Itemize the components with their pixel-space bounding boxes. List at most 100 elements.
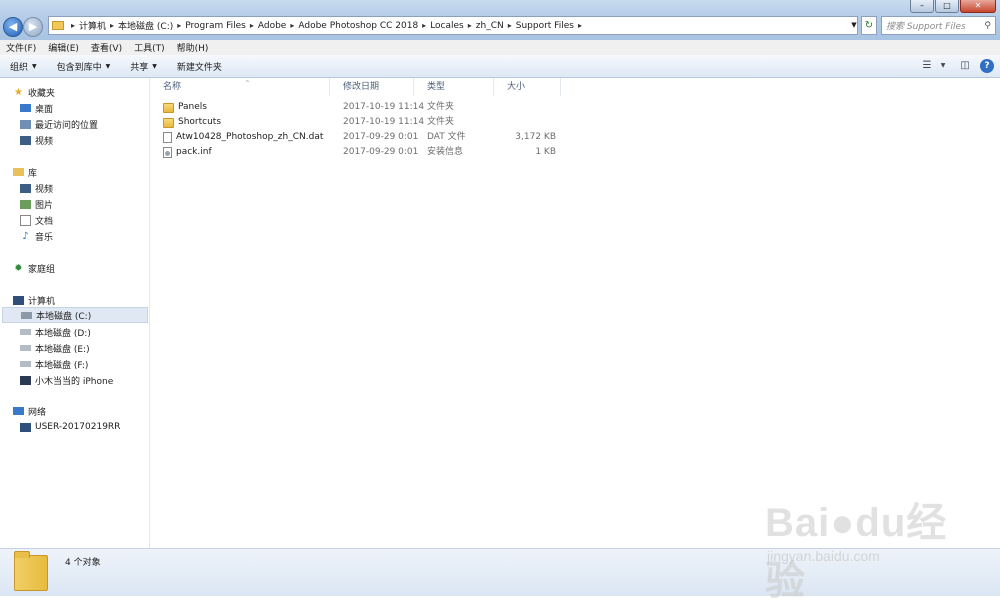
folder-icon [163, 117, 174, 128]
chevron-right-icon[interactable]: ▸ [290, 21, 294, 30]
help-icon[interactable]: ? [980, 59, 994, 73]
computer-icon [13, 295, 24, 305]
sidebar-item-music[interactable]: ♪ 音乐 [20, 228, 53, 244]
minimize-button[interactable]: – [910, 0, 934, 13]
breadcrumb-computer[interactable]: 计算机 [79, 19, 106, 32]
sidebar-item-label: 视频 [35, 136, 54, 147]
command-bar: 组织 ▼ 包含到库中 ▼ 共享 ▼ 新建文件夹 ☰ ▼ ◫ ? [0, 55, 1000, 78]
include-label: 包含到库中 [56, 62, 102, 73]
sidebar-item-pictures[interactable]: 图片 [20, 196, 53, 212]
menu-view[interactable]: 查看(V) [85, 41, 128, 54]
file-row[interactable]: Atw10428_Photoshop_zh_CN.dat 2017-09-29 … [150, 130, 570, 145]
item-count: 4 个对象 [65, 558, 101, 568]
chevron-right-icon[interactable]: ▸ [422, 21, 426, 30]
sidebar-network[interactable]: 网络 [13, 403, 46, 419]
library-icon [13, 168, 24, 176]
back-button[interactable]: ◀ [3, 17, 23, 37]
view-options-icon[interactable]: ☰ [920, 59, 934, 73]
window-controls: – □ ✕ [909, 0, 996, 14]
file-name-cell: pack.inf [163, 145, 212, 160]
sidebar-item-label: 最近访问的位置 [35, 120, 99, 131]
breadcrumb-drive-c[interactable]: 本地磁盘 (C:) [118, 19, 173, 32]
sidebar-item-desktop[interactable]: 桌面 [20, 100, 53, 116]
column-type[interactable]: 类型 [414, 78, 494, 96]
file-row[interactable]: Panels 2017-10-19 11:14 文件夹 [150, 100, 570, 115]
star-icon: ★ [14, 86, 23, 98]
documents-icon [20, 214, 31, 226]
sidebar-item-label: 本地磁盘 (C:) [36, 311, 92, 322]
sidebar-item-iphone[interactable]: 小木当当的 iPhone [20, 372, 113, 388]
chevron-right-icon[interactable]: ▸ [468, 21, 472, 30]
share-button[interactable]: 共享 ▼ [120, 60, 167, 73]
menu-tools[interactable]: 工具(T) [128, 41, 171, 54]
preview-pane-icon[interactable]: ◫ [958, 59, 972, 73]
sidebar-item-recent[interactable]: 最近访问的位置 [20, 116, 98, 132]
file-size [507, 115, 556, 130]
chevron-down-icon: ▼ [105, 62, 111, 70]
file-name: pack.inf [176, 147, 212, 157]
menu-file[interactable]: 文件(F) [0, 41, 42, 54]
sidebar-favorites[interactable]: ★ 收藏夹 [13, 84, 55, 100]
sidebar-item-drive-c[interactable]: 本地磁盘 (C:) [2, 307, 148, 323]
file-name-cell: Panels [163, 100, 207, 115]
file-type: 文件夹 [427, 102, 455, 112]
sidebar-item-drive-d[interactable]: 本地磁盘 (D:) [20, 324, 91, 340]
breadcrumb-support-files[interactable]: Support Files [516, 21, 574, 31]
sidebar-item-network-pc[interactable]: USER-20170219RR [20, 419, 120, 435]
chevron-right-icon[interactable]: ▸ [250, 21, 254, 30]
maximize-button[interactable]: □ [935, 0, 959, 13]
organize-button[interactable]: 组织 ▼ [0, 60, 47, 73]
column-size[interactable]: 大小 [494, 78, 561, 96]
video-icon [20, 135, 31, 145]
include-in-library-button[interactable]: 包含到库中 ▼ [47, 60, 121, 73]
chevron-down-icon[interactable]: ▼ [936, 59, 950, 73]
sidebar-item-fav-videos[interactable]: 视频 [20, 132, 53, 148]
column-date[interactable]: 修改日期 [330, 78, 414, 96]
chevron-right-icon[interactable]: ▸ [177, 21, 181, 30]
sidebar-item-drive-e[interactable]: 本地磁盘 (E:) [20, 340, 90, 356]
column-name-label: 名称 [163, 82, 182, 92]
sidebar-item-lib-videos[interactable]: 视频 [20, 180, 53, 196]
desktop-icon [20, 104, 31, 112]
search-input[interactable]: 搜索 Support Files ⚲ [881, 16, 996, 35]
column-name[interactable]: ^ 名称 [150, 78, 330, 96]
folder-icon [14, 551, 48, 591]
drive-icon [20, 361, 31, 367]
close-button[interactable]: ✕ [960, 0, 996, 13]
chevron-right-icon[interactable]: ▸ [578, 21, 582, 30]
file-row[interactable]: Shortcuts 2017-10-19 11:14 文件夹 [150, 115, 570, 130]
file-row[interactable]: pack.inf 2017-09-29 0:01 安装信息 1 KB [150, 145, 570, 160]
address-bar[interactable]: ▸ 计算机 ▸ 本地磁盘 (C:) ▸ Program Files ▸ Adob… [48, 16, 858, 35]
forward-button[interactable]: ▶ [23, 17, 43, 37]
breadcrumb-program-files[interactable]: Program Files [185, 21, 246, 31]
column-header: ^ 名称 修改日期 类型 大小 [150, 78, 1000, 96]
breadcrumb-locales[interactable]: Locales [430, 21, 464, 31]
chevron-down-icon[interactable]: ▼ [849, 16, 859, 35]
file-date: 2017-10-19 11:14 [343, 117, 425, 127]
file-name: Atw10428_Photoshop_zh_CN.dat [176, 132, 324, 142]
menu-edit[interactable]: 编辑(E) [42, 41, 85, 54]
chevron-right-icon[interactable]: ▸ [110, 21, 114, 30]
file-type: DAT 文件 [427, 132, 466, 142]
sidebar-homegroup[interactable]: ✹ 家庭组 [13, 260, 55, 276]
file-type: 文件夹 [427, 117, 455, 127]
breadcrumb-zh-cn[interactable]: zh_CN [476, 21, 504, 31]
breadcrumb-photoshop[interactable]: Adobe Photoshop CC 2018 [298, 21, 418, 31]
search-icon[interactable]: ⚲ [984, 21, 991, 31]
sidebar-computer[interactable]: 计算机 [13, 292, 55, 308]
sidebar-item-documents[interactable]: 文档 [20, 212, 53, 228]
title-bar: – □ ✕ ◀ ▶ ▸ 计算机 ▸ 本地磁盘 (C:) ▸ Program Fi… [0, 0, 1000, 41]
chevron-right-icon[interactable]: ▸ [508, 21, 512, 30]
file-date: 2017-09-29 0:01 [343, 147, 419, 157]
navigation-pane: ★ 收藏夹 桌面 最近访问的位置 视频 库 视频 图片 文档 ♪ 音乐 ✹ 家庭… [0, 78, 150, 548]
refresh-icon[interactable]: ↻ [861, 16, 877, 35]
new-folder-button[interactable]: 新建文件夹 [167, 60, 232, 73]
chevron-right-icon[interactable]: ▸ [71, 21, 75, 30]
sidebar-item-drive-f[interactable]: 本地磁盘 (F:) [20, 356, 88, 372]
video-icon [20, 183, 31, 193]
sidebar-libraries[interactable]: 库 [13, 164, 37, 180]
breadcrumb-adobe[interactable]: Adobe [258, 21, 286, 31]
setup-info-icon [163, 147, 172, 158]
sidebar-favorites-label: 收藏夹 [28, 88, 56, 99]
menu-help[interactable]: 帮助(H) [171, 41, 215, 54]
